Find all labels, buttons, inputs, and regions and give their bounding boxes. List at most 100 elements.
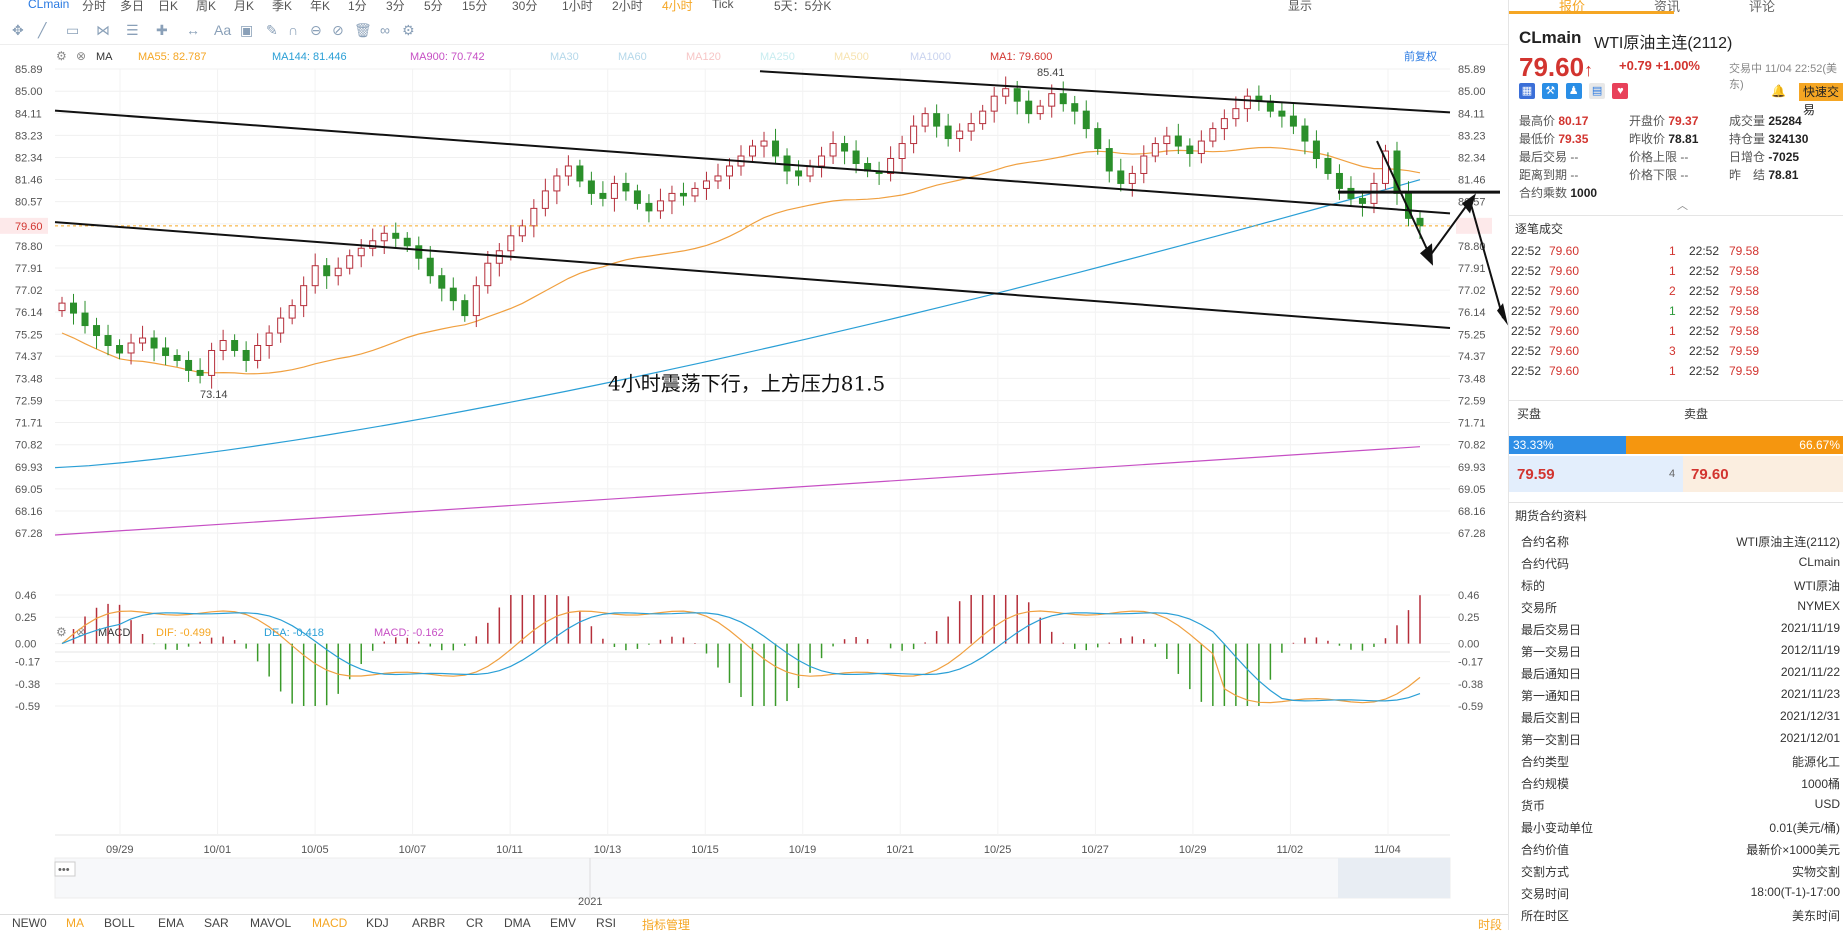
period-13[interactable]: 2小时	[612, 0, 643, 14]
stat-2-2: 日增仓 -7025	[1729, 148, 1799, 165]
info-row: 标的 WTI原油	[1509, 574, 1843, 596]
info-value: NYMEX	[1797, 599, 1840, 613]
period-8[interactable]: 3分	[386, 0, 405, 14]
candle-body	[1048, 93, 1056, 107]
indicator-tab-11[interactable]: EMV	[550, 916, 576, 930]
candle-body	[967, 123, 975, 132]
period-14[interactable]: 4小时	[662, 0, 693, 14]
person-icon[interactable]: ♟	[1565, 83, 1582, 99]
period-5[interactable]: 季K	[272, 0, 292, 14]
indicator-tab-0[interactable]: NEW0	[12, 916, 47, 930]
crosshair-icon[interactable]: ✥	[12, 22, 24, 39]
price-chart[interactable]: 85.89 85.89 85.00 85.00 84.11 84.11 83.23 83.23…	[0, 44, 1508, 916]
period-11[interactable]: 30分	[512, 0, 537, 14]
period-16[interactable]: 5天：5分K	[774, 0, 831, 14]
candle-body	[93, 325, 101, 337]
period-6[interactable]: 年K	[310, 0, 330, 14]
candle-body	[300, 285, 308, 307]
period-10[interactable]: 15分	[462, 0, 487, 14]
fib-tool-icon[interactable]: ☰	[126, 22, 139, 39]
indicator-tab-6[interactable]: MACD	[312, 916, 347, 930]
tick-cell: 22:52	[1511, 304, 1542, 318]
price-tick-right: 77.02	[1458, 285, 1486, 297]
indicator-tab-5[interactable]: MAVOL	[250, 916, 291, 930]
candle-body	[323, 265, 331, 277]
price-tick-left: 68.16	[15, 506, 43, 518]
indicator-tab-12[interactable]: RSI	[596, 916, 616, 930]
collapse-caret-icon[interactable]: ︿	[1677, 197, 1688, 213]
up-arrow-icon: ↑	[1584, 60, 1594, 80]
hide-tool-icon[interactable]: ⊘	[332, 22, 344, 39]
more-icon: •••	[58, 864, 70, 876]
indicator-tab-13[interactable]: 指标管理	[642, 916, 690, 931]
magnet-tool-icon[interactable]: ∩	[288, 22, 298, 38]
info-row: 第一交割日 2021/12/01	[1509, 728, 1843, 750]
link-icon[interactable]: ∞	[380, 22, 390, 38]
indicator-tab-9[interactable]: CR	[466, 916, 483, 930]
indicator-tab-10[interactable]: DMA	[504, 916, 531, 930]
line-tool-icon[interactable]: ╱	[38, 22, 46, 39]
quick-trade-button[interactable]: 快速交易	[1799, 83, 1843, 117]
info-value: 2021/11/23	[1780, 687, 1840, 701]
channel-tool-icon[interactable]: ⋈	[96, 22, 110, 39]
indicator-tab-1[interactable]: MA	[66, 916, 84, 930]
trash-icon[interactable]: 🗑	[354, 22, 372, 39]
text-tool-icon[interactable]: Aa	[214, 22, 231, 38]
indicator-tab-4[interactable]: SAR	[204, 916, 229, 930]
period-1[interactable]: 多日	[120, 0, 144, 14]
info-key: 交易时间	[1521, 887, 1570, 901]
info-key: 最后通知日	[1521, 667, 1582, 681]
period-7[interactable]: 1分	[348, 0, 367, 14]
fuquan-button[interactable]: 前复权	[1404, 49, 1437, 63]
brush-tool-icon[interactable]: ✎	[266, 22, 278, 39]
stat-3-0: 距离到期 --	[1519, 166, 1578, 183]
x-label: 10/07	[399, 844, 427, 856]
period-0[interactable]: 分时	[82, 0, 106, 14]
lock-tool-icon[interactable]: ⊖	[310, 22, 322, 39]
arrow-tool-icon[interactable]: ↔	[186, 22, 200, 38]
period-4[interactable]: 月K	[234, 0, 254, 14]
period-15[interactable]: Tick	[712, 0, 734, 11]
stat-label: 合约乘数	[1519, 186, 1571, 200]
tick-cell: 1	[1669, 264, 1676, 278]
info-value: 2021/12/31	[1779, 709, 1840, 723]
price-tick-left: 74.37	[15, 351, 43, 363]
macd-tick-right: -0.17	[1458, 657, 1483, 669]
x-label: 10/15	[691, 844, 719, 856]
macd-tick-left: -0.38	[15, 679, 40, 691]
stat-value: 78.81	[1668, 132, 1699, 146]
gear-icon[interactable]: ⚙	[402, 22, 415, 39]
note-tool-icon[interactable]: ▣	[240, 22, 253, 39]
macd-tick-right: 0.46	[1458, 590, 1479, 602]
rect-tool-icon[interactable]: ▭	[66, 22, 79, 39]
chart-icon[interactable]: ▦	[1519, 83, 1535, 99]
period-3[interactable]: 周K	[196, 0, 216, 14]
arrow-head-3	[1497, 303, 1508, 326]
period-12[interactable]: 1小时	[562, 0, 593, 14]
indicator-tabs: NEW0 MA BOLL EMA SAR MAVOL MACD KDJ ARBR CR DMA EMV…	[0, 914, 1508, 931]
period-9[interactable]: 5分	[424, 0, 443, 14]
info-value: 实物交割	[1791, 865, 1840, 879]
tab-comments[interactable]: 评论	[1749, 0, 1775, 15]
info-row: 货币 USD	[1509, 794, 1843, 816]
candle-body	[265, 332, 273, 347]
price-tick-right: 73.48	[1458, 373, 1486, 385]
indicator-tab-3[interactable]: EMA	[158, 916, 184, 930]
doc-icon[interactable]: ▤	[1589, 83, 1606, 99]
indicator-tab-7[interactable]: KDJ	[366, 916, 389, 930]
macd-tick-right: -0.59	[1458, 701, 1483, 713]
tool-icon[interactable]: ⚒	[1542, 83, 1559, 99]
indicator-tab-8[interactable]: ARBR	[412, 916, 445, 930]
candle-body	[668, 192, 676, 202]
display-menu[interactable]: 显示	[1288, 0, 1312, 14]
period-2[interactable]: 日K	[158, 0, 178, 14]
indicator-tab-2[interactable]: BOLL	[104, 916, 135, 930]
info-value: 2012/11/19	[1780, 643, 1840, 657]
tick-cell: 22:52	[1689, 344, 1720, 358]
heart-icon[interactable]: ♥	[1612, 83, 1629, 99]
navigator-window[interactable]	[1338, 858, 1450, 898]
symbol-label[interactable]: CLmain	[28, 0, 69, 11]
cross-tool-icon[interactable]: ✚	[156, 22, 168, 39]
bell-icon[interactable]: 🔔	[1771, 84, 1786, 98]
session-button[interactable]: 时段	[1478, 916, 1502, 931]
